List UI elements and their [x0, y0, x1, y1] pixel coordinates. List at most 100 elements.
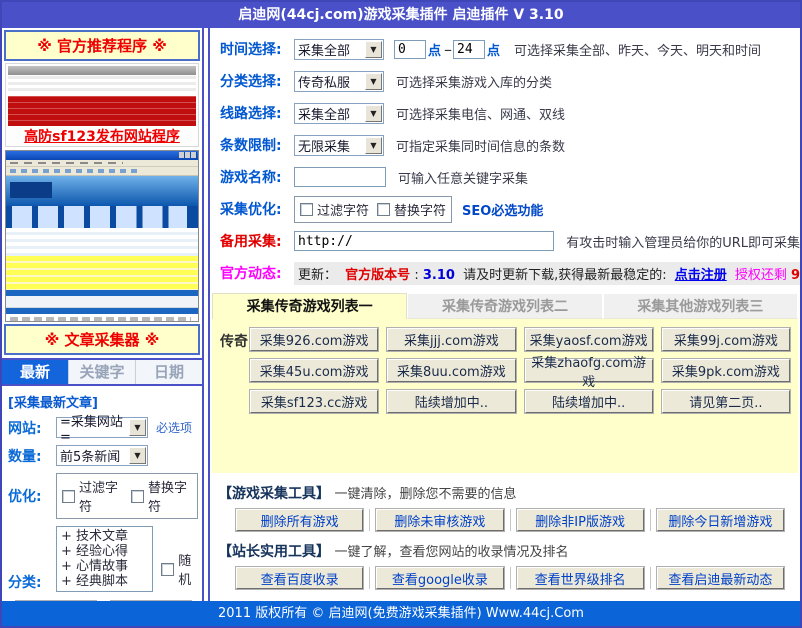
collect-game-button[interactable]: 采集99j.com游戏: [662, 328, 790, 351]
filter-chars-checkbox[interactable]: [62, 490, 75, 503]
collect-game-button[interactable]: 采集yaosf.com游戏: [525, 328, 653, 351]
seo-hint: SEO必选功能: [462, 200, 543, 219]
mini-table-rows-yellow: [6, 256, 198, 290]
webmaster-tools-title: 【站长实用工具】: [218, 544, 330, 560]
check-google-index-button[interactable]: 查看google收录: [376, 567, 503, 589]
chevron-down-icon[interactable]: ▼: [365, 41, 382, 58]
copyright-text: 2011 版权所有 © 启迪网(免费游戏采集插件) Www.44cj.Com: [218, 606, 584, 621]
webmaster-tools-desc: 一键了解，查看您网站的收录情况及排名: [334, 545, 568, 560]
limit-select[interactable]: 无限采集 ▼: [294, 135, 384, 156]
limit-hint: 可指定采集同时间信息的条数: [396, 136, 565, 155]
tab-latest[interactable]: 最新: [2, 360, 68, 384]
news-prefix: 更新：: [298, 268, 337, 283]
count-select[interactable]: 前5条新闻 ▼: [56, 445, 148, 466]
collect-game-button[interactable]: 采集sf123.cc游戏: [250, 390, 378, 413]
collect-game-button[interactable]: 采集9pk.com游戏: [662, 359, 790, 382]
game-name-hint: 可输入任意关键字采集: [398, 168, 528, 187]
mini-site-nav: [6, 206, 198, 228]
replace-chars-checkbox[interactable]: [131, 490, 144, 503]
filter-chars-checkbox[interactable]: [300, 203, 313, 216]
delete-unreviewed-games-button[interactable]: 删除未审核游戏: [376, 509, 503, 531]
random-checkbox[interactable]: [161, 563, 174, 576]
tab-game-list-3[interactable]: 采集其他游戏列表三: [603, 293, 798, 319]
backup-url-input[interactable]: [294, 231, 554, 251]
category-select-label: 分类选择:: [220, 71, 294, 91]
news-version-label: 官方版本号: [345, 268, 410, 283]
check-qidi-news-button[interactable]: 查看启迪最新动态: [657, 567, 784, 589]
register-link[interactable]: 点击注册: [675, 268, 727, 283]
check-world-rank-button[interactable]: 查看世界级排名: [517, 567, 644, 589]
category-option[interactable]: + 经典脚本: [61, 574, 148, 589]
promo-site-thumbnail[interactable]: 高防sf123发布网站程序: [5, 63, 199, 147]
game-tools-title: 【游戏采集工具】: [218, 486, 330, 502]
category-option[interactable]: + 心情故事: [61, 559, 148, 574]
chevron-down-icon[interactable]: ▼: [365, 73, 382, 90]
tab-keyword[interactable]: 关键字: [68, 360, 135, 384]
range-dash: –: [444, 40, 452, 59]
time-select[interactable]: 采集全部 ▼: [294, 39, 384, 60]
tab-game-list-1[interactable]: 采集传奇游戏列表一: [212, 293, 407, 319]
delete-today-games-button[interactable]: 删除今日新增游戏: [657, 509, 784, 531]
mini-browser-titlebar: [6, 151, 198, 160]
promo-site-link[interactable]: 高防sf123发布网站程序: [6, 128, 198, 146]
site-select-value: =采集网站=: [60, 411, 128, 445]
backup-collect-row: 备用采集: 有攻击时输入管理员给你的URL即可采集: [220, 229, 800, 253]
time-to-input[interactable]: [453, 40, 485, 59]
tool-cell: 删除非IP版游戏: [511, 509, 651, 531]
game-tools-title-row: 【游戏采集工具】 一键清除，删除您不需要的信息: [218, 483, 794, 503]
collect-game-button[interactable]: 陆续增加中..: [525, 390, 653, 413]
tools-section: 【游戏采集工具】 一键清除，删除您不需要的信息 删除所有游戏 删除未审核游戏 删…: [210, 473, 800, 601]
line-select-label: 线路选择:: [220, 103, 294, 123]
webmaster-tools-buttons: 查看百度收录 查看google收录 查看世界级排名 查看启迪最新动态: [230, 567, 790, 589]
optimize-checkbox-group: 过滤字符 替换字符: [294, 196, 452, 223]
collect-game-button[interactable]: 采集926.com游戏: [250, 328, 378, 351]
site-row: 网站: =采集网站= ▼ 必选项: [8, 417, 198, 438]
collect-game-button[interactable]: 请见第二页..: [662, 390, 790, 413]
footer-bar: 2011 版权所有 © 启迪网(免费游戏采集插件) Www.44cj.Com: [2, 601, 800, 626]
thumbnail-header-bar: [8, 66, 196, 75]
tool-cell: 查看google收录: [370, 567, 510, 589]
tool-cell: 查看百度收录: [230, 567, 370, 589]
window-title: 启迪网(44cj.com)游戏采集插件 启迪插件 V 3.10: [238, 7, 563, 23]
sidebar: ※ 官方推荐程序 ※ 高防sf123发布网站程序: [2, 28, 204, 601]
chevron-down-icon[interactable]: ▼: [365, 105, 382, 122]
game-group-label: 传奇: [220, 328, 250, 473]
chevron-down-icon[interactable]: ▼: [365, 137, 382, 154]
official-news-row: 官方动态: 更新： 官方版本号 : 3.10 请及时更新下载,获得最新最稳定的:…: [220, 261, 800, 285]
chevron-down-icon[interactable]: ▼: [129, 419, 146, 436]
collect-game-button[interactable]: 采集45u.com游戏: [250, 359, 378, 382]
category-option[interactable]: + 技术文章: [61, 529, 148, 544]
tab-date[interactable]: 日期: [135, 360, 202, 384]
site-select[interactable]: =采集网站= ▼: [56, 417, 148, 438]
category-label: 分类:: [8, 572, 56, 592]
category-option[interactable]: + 经验心得: [61, 544, 148, 559]
filter-chars-label: 过滤字符: [79, 477, 123, 515]
check-baidu-index-button[interactable]: 查看百度收录: [236, 567, 363, 589]
collect-game-button[interactable]: 采集8uu.com游戏: [387, 359, 515, 382]
chevron-down-icon[interactable]: ▼: [129, 447, 146, 464]
section-title: [采集最新文章]: [8, 392, 198, 411]
collect-game-button[interactable]: 采集zhaofg.com游戏: [525, 359, 653, 382]
time-from-input[interactable]: [394, 40, 426, 59]
collect-game-button[interactable]: 陆续增加中..: [387, 390, 515, 413]
line-select[interactable]: 采集全部 ▼: [294, 103, 384, 124]
count-row: 数量: 前5条新闻 ▼: [8, 445, 198, 466]
limit-select-label: 条数限制:: [220, 135, 294, 155]
backup-collect-label: 备用采集:: [220, 231, 294, 251]
delete-non-ip-games-button[interactable]: 删除非IP版游戏: [517, 509, 644, 531]
limit-select-row: 条数限制: 无限采集 ▼ 可指定采集同时间信息的条数: [220, 133, 800, 157]
category-listbox[interactable]: + 技术文章 + 经验心得 + 心情故事 + 经典脚本: [56, 526, 153, 592]
category-select[interactable]: 传奇私服 ▼: [294, 71, 384, 92]
tool-cell: 删除今日新增游戏: [651, 509, 790, 531]
replace-chars-checkbox[interactable]: [377, 203, 390, 216]
delete-all-games-button[interactable]: 删除所有游戏: [236, 509, 363, 531]
tool-cell: 删除所有游戏: [230, 509, 370, 531]
mini-table-rows-white: [6, 228, 198, 256]
collect-game-button[interactable]: 采集jjj.com游戏: [387, 328, 515, 351]
game-tools-desc: 一键清除，删除您不需要的信息: [334, 487, 516, 502]
limit-select-value: 无限采集: [298, 136, 350, 155]
replace-chars-label: 替换字符: [148, 477, 192, 515]
article-collector-thumbnail[interactable]: [5, 150, 199, 322]
tab-game-list-2[interactable]: 采集传奇游戏列表二: [407, 293, 602, 319]
game-name-input[interactable]: [294, 167, 386, 187]
